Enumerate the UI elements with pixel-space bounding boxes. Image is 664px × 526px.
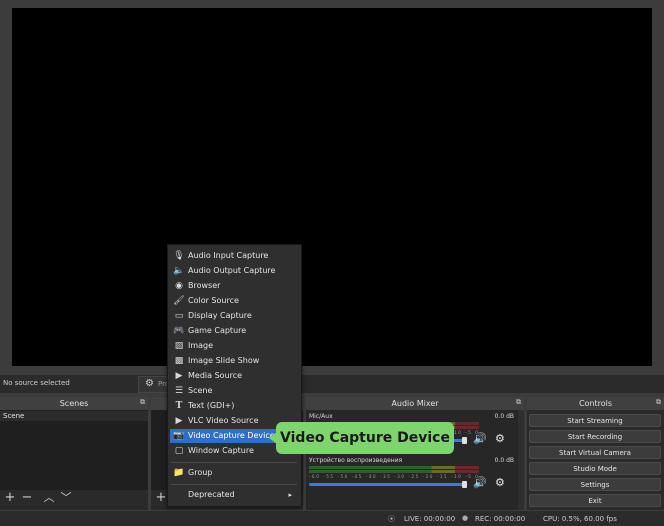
undock-icon[interactable]: ⧉ [140, 398, 145, 407]
play-icon: ▶ [175, 371, 183, 381]
slideshow-icon: ▩ [174, 356, 184, 366]
volume-meter [309, 470, 479, 473]
text-icon: T [175, 401, 183, 411]
add-source-icon[interactable]: + [154, 491, 168, 505]
audio-mixer-title: Audio Mixer [306, 397, 524, 410]
speaker-icon[interactable]: 🔊 [473, 432, 487, 445]
menu-item-audio-output-capture[interactable]: 🔈 Audio Output Capture [170, 264, 298, 278]
submenu-arrow-icon: ▸ [288, 491, 292, 499]
menu-item-color-source[interactable]: 🖌 Color Source [170, 294, 298, 308]
gamepad-icon: 🎮 [173, 326, 185, 336]
monitor-icon: ▭ [174, 311, 184, 321]
add-source-menu: 🎙 Audio Input Capture 🔈 Audio Output Captu… [167, 244, 302, 507]
image-icon: ▨ [174, 341, 184, 351]
menu-item-text-gdi[interactable]: T Text (GDI+) [170, 399, 298, 413]
volume-slider-thumb[interactable] [462, 437, 467, 444]
start-streaming-button[interactable]: Start Streaming [529, 414, 661, 427]
studio-mode-button[interactable]: Studio Mode [529, 462, 661, 475]
gear-icon: ⚙ [145, 378, 154, 389]
menu-separator [171, 462, 297, 463]
preview-area [0, 0, 664, 372]
properties-button[interactable]: ⚙ Pro [138, 376, 170, 393]
window-icon: ▢ [174, 446, 184, 456]
volume-slider[interactable] [309, 483, 465, 486]
channel-db: 0.0 dB [494, 413, 514, 420]
microphone-icon: 🎙 [173, 251, 185, 261]
status-bar: ⦿ LIVE: 00:00:00 ● REC: 00:00:00 CPU: 0.… [0, 511, 664, 526]
source-toolbar: No source selected ⚙ Pro [0, 375, 664, 393]
menu-item-game-capture[interactable]: 🎮 Game Capture [170, 324, 298, 338]
menu-item-display-capture[interactable]: ▭ Display Capture [170, 309, 298, 323]
mixer-scrollbar[interactable] [518, 410, 524, 510]
scene-list[interactable]: Scene [0, 410, 148, 490]
gear-icon[interactable]: ⚙ [495, 432, 505, 445]
undock-icon[interactable]: ⧉ [656, 398, 661, 407]
no-source-label: No source selected [3, 379, 70, 387]
scene-list-item[interactable]: Scene [0, 411, 148, 421]
move-down-icon[interactable]: ﹀ [59, 491, 73, 505]
controls-dock: Controls ⧉ Start Streaming Start Recordi… [527, 397, 664, 510]
menu-item-browser[interactable]: ◉ Browser [170, 279, 298, 293]
menu-separator [171, 484, 297, 485]
speaker-icon: 🔈 [173, 266, 185, 276]
callout-label: Video Capture Device [276, 422, 454, 454]
settings-button[interactable]: Settings [529, 478, 661, 491]
menu-item-group[interactable]: 📁 Group [170, 466, 298, 480]
rec-time: REC: 00:00:00 [475, 515, 526, 523]
undock-icon[interactable]: ⧉ [516, 398, 521, 407]
menu-item-image-slide-show[interactable]: ▩ Image Slide Show [170, 354, 298, 368]
start-virtual-camera-button[interactable]: Start Virtual Camera [529, 446, 661, 459]
controls-title: Controls [527, 397, 664, 410]
remove-scene-icon[interactable]: − [20, 491, 34, 505]
menu-item-media-source[interactable]: ▶ Media Source [170, 369, 298, 383]
gear-icon[interactable]: ⚙ [495, 476, 505, 489]
camera-icon: 📷 [173, 431, 185, 441]
rec-icon: ● [462, 514, 469, 522]
exit-button[interactable]: Exit [529, 494, 661, 507]
channel-name: Устройство воспроизведения [309, 457, 403, 464]
menu-item-scene[interactable]: ☰ Scene [170, 384, 298, 398]
play-icon: ▶ [175, 416, 183, 426]
preview-canvas[interactable] [12, 8, 652, 366]
live-time: LIVE: 00:00:00 [404, 515, 456, 523]
speaker-icon[interactable]: 🔊 [473, 476, 487, 489]
meter-scale: -60 -55 -50 -45 -40 -35 -30 -25 -20 -15 … [309, 474, 480, 479]
live-icon: ⦿ [388, 515, 395, 523]
cpu-status: CPU: 0.5%, 60.00 fps [543, 515, 617, 523]
globe-icon: ◉ [175, 281, 183, 291]
channel-name: Mic/Aux [309, 413, 333, 420]
scenes-title: Scenes [0, 397, 148, 410]
volume-slider-thumb[interactable] [462, 481, 467, 488]
list-icon: ☰ [174, 386, 184, 396]
add-scene-icon[interactable]: + [3, 491, 17, 505]
move-up-icon[interactable]: ︿ [42, 491, 56, 505]
start-recording-button[interactable]: Start Recording [529, 430, 661, 443]
volume-meter [309, 466, 479, 469]
scenes-dock: Scenes ⧉ Scene + − ︿ ﹀ [0, 397, 148, 510]
menu-item-audio-input-capture[interactable]: 🎙 Audio Input Capture [170, 249, 298, 263]
folder-icon: 📁 [173, 468, 185, 478]
channel-db: 0.0 dB [494, 457, 514, 464]
brush-icon: 🖌 [173, 296, 185, 306]
callout-text: Video Capture Device [280, 430, 450, 446]
menu-item-image[interactable]: ▨ Image [170, 339, 298, 353]
menu-item-deprecated[interactable]: Deprecated ▸ [170, 488, 298, 502]
